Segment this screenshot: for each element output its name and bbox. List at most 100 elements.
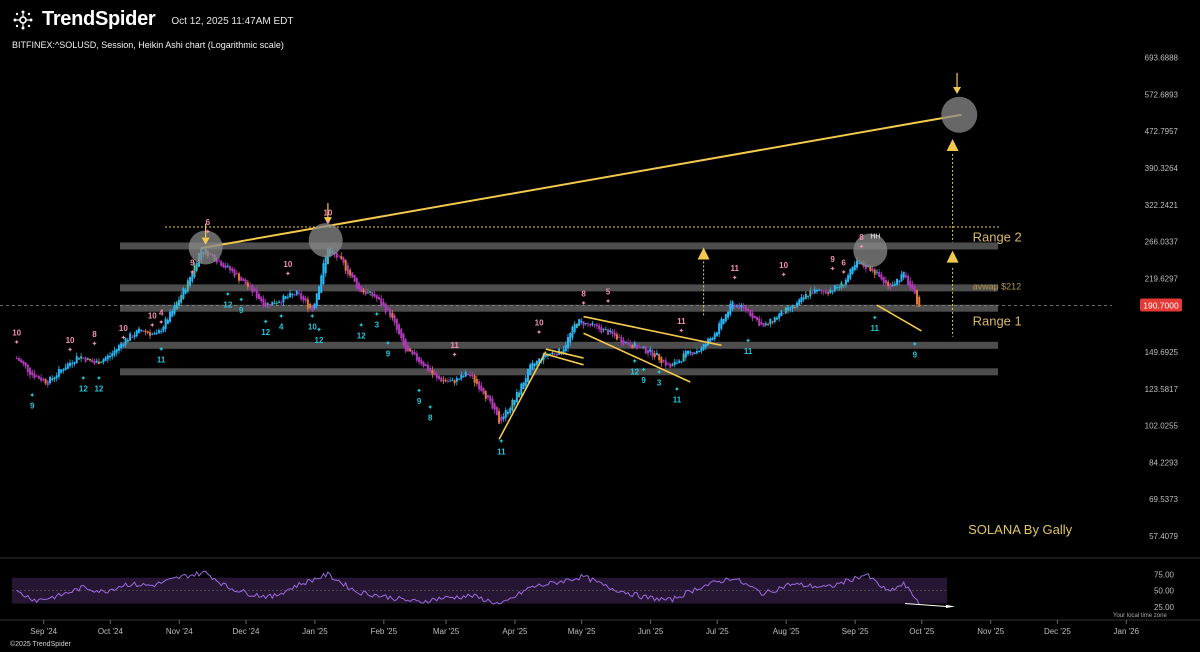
candle-body-165 (382, 301, 385, 306)
y-tick-5: 322.2421 (1145, 201, 1179, 210)
candle-body-16 (51, 378, 54, 381)
candle-body-162 (375, 295, 378, 299)
candle-body-307 (698, 350, 701, 353)
candle-body-275 (627, 342, 630, 345)
bottom-count-label-6: 9 (239, 306, 244, 315)
copyright: ©2025 TrendSpider (10, 641, 71, 648)
bottom-count-marker-2: ✦ (80, 375, 86, 383)
candle-body-100 (237, 273, 240, 281)
candle-body-299 (680, 361, 683, 363)
bottom-count-marker-21: ✦ (745, 337, 751, 345)
candle-body-201 (462, 376, 465, 378)
top-count-marker-7: ✦ (189, 268, 195, 276)
bottom-count-label-8: 4 (279, 323, 284, 332)
candle-body-247 (564, 344, 567, 352)
top-count-marker-14: ✦ (605, 297, 611, 305)
price-chart[interactable]: 10✦ 10✦8✦10✦10✦4✦9✦6✦10✦10✦11✦10✦8✦5✦11✦1… (0, 0, 1200, 652)
candle-body-71 (173, 305, 176, 314)
candle-body-164 (380, 298, 383, 306)
x-tick-7: Mar '25 (433, 627, 460, 636)
candle-body-20 (60, 369, 63, 373)
candle-body-203 (466, 374, 469, 376)
trendline-4 (545, 353, 584, 366)
candle-body-269 (613, 332, 616, 336)
candle-body-404 (913, 286, 916, 294)
candle-body-119 (280, 302, 283, 304)
candle-body-198 (455, 377, 458, 382)
bottom-count-marker-4: ✦ (158, 346, 164, 354)
candle-body-387 (876, 271, 879, 273)
candle-body-0 (15, 358, 18, 360)
candle-body-273 (622, 340, 625, 345)
candle-body-322 (731, 301, 734, 310)
candle-body-180 (415, 353, 418, 361)
candle-body-306 (695, 351, 698, 354)
top-count-marker-12: ✦ (536, 328, 542, 336)
candle-body-242 (553, 353, 556, 355)
candle-body-308 (700, 347, 703, 352)
candle-body-68 (166, 319, 169, 324)
candle-body-259 (591, 323, 594, 325)
candle-body-342 (775, 317, 778, 320)
candle-body-2 (20, 359, 23, 363)
candle-body-159 (369, 291, 372, 293)
bottom-count-label-20: 11 (673, 395, 682, 404)
bottom-count-label-17: 12 (630, 367, 639, 376)
candle-body-352 (798, 299, 801, 305)
candle-body-347 (787, 306, 790, 311)
candle-body-341 (773, 317, 776, 322)
candle-body-33 (89, 358, 92, 361)
candle-body-296 (673, 361, 676, 365)
bottom-count-marker-1: ✦ (29, 392, 35, 400)
candle-body-351 (795, 302, 798, 307)
candle-body-397 (898, 280, 901, 282)
sr-zone-5 (120, 368, 998, 376)
candle-body-48 (122, 344, 125, 346)
candle-body-377 (853, 264, 856, 271)
bottom-count-label-14: 9 (417, 397, 422, 406)
candle-body-60 (149, 332, 152, 336)
candle-body-6 (29, 368, 32, 375)
candle-body-218 (500, 417, 503, 421)
rsi-divergence-line (904, 603, 951, 608)
candle-body-167 (386, 308, 389, 310)
candle-body-399 (902, 271, 905, 278)
candle-body-325 (738, 305, 741, 310)
bottom-count-marker-18: ✦ (641, 366, 647, 374)
bottom-count-label-10: 12 (315, 336, 324, 345)
candle-body-160 (371, 291, 374, 296)
candle-body-304 (691, 352, 694, 355)
candle-body-133 (311, 306, 314, 312)
candle-body-253 (578, 319, 581, 326)
top-count-label-5: 10 (148, 312, 157, 321)
candle-body-279 (635, 344, 638, 349)
candle-body-110 (260, 296, 263, 302)
bottom-count-label-7: 12 (261, 328, 270, 337)
candle-body-340 (771, 321, 774, 323)
candle-body-288 (655, 352, 658, 356)
candle-body-321 (729, 303, 732, 315)
top-count-marker-8: ✦ (205, 228, 211, 236)
candle-body-139 (324, 255, 327, 274)
candle-body-117 (275, 302, 278, 304)
top-count-marker-16: ✦ (732, 274, 738, 282)
top-count-label-15: 11 (677, 317, 686, 326)
candle-body-248 (566, 337, 569, 348)
candle-body-111 (262, 298, 265, 307)
candle-body-215 (493, 403, 496, 410)
candle-body-40 (104, 357, 107, 361)
y-tick-3: 472.7957 (1145, 127, 1179, 136)
bottom-count-marker-13: ✦ (385, 339, 391, 347)
candle-body-29 (80, 356, 83, 359)
candle-body-223 (511, 399, 514, 411)
y-tick-4: 390.3264 (1145, 164, 1179, 173)
candle-body-63 (155, 333, 158, 335)
candle-body-361 (818, 289, 821, 291)
top-count-marker-5: ✦ (149, 322, 155, 330)
top-count-label-19: 6 (841, 258, 846, 267)
candle-body-324 (735, 305, 738, 307)
candle-body-134 (313, 303, 316, 309)
candle-body-124 (291, 293, 294, 295)
candle-body-403 (911, 284, 914, 290)
candle-body-105 (249, 284, 252, 286)
